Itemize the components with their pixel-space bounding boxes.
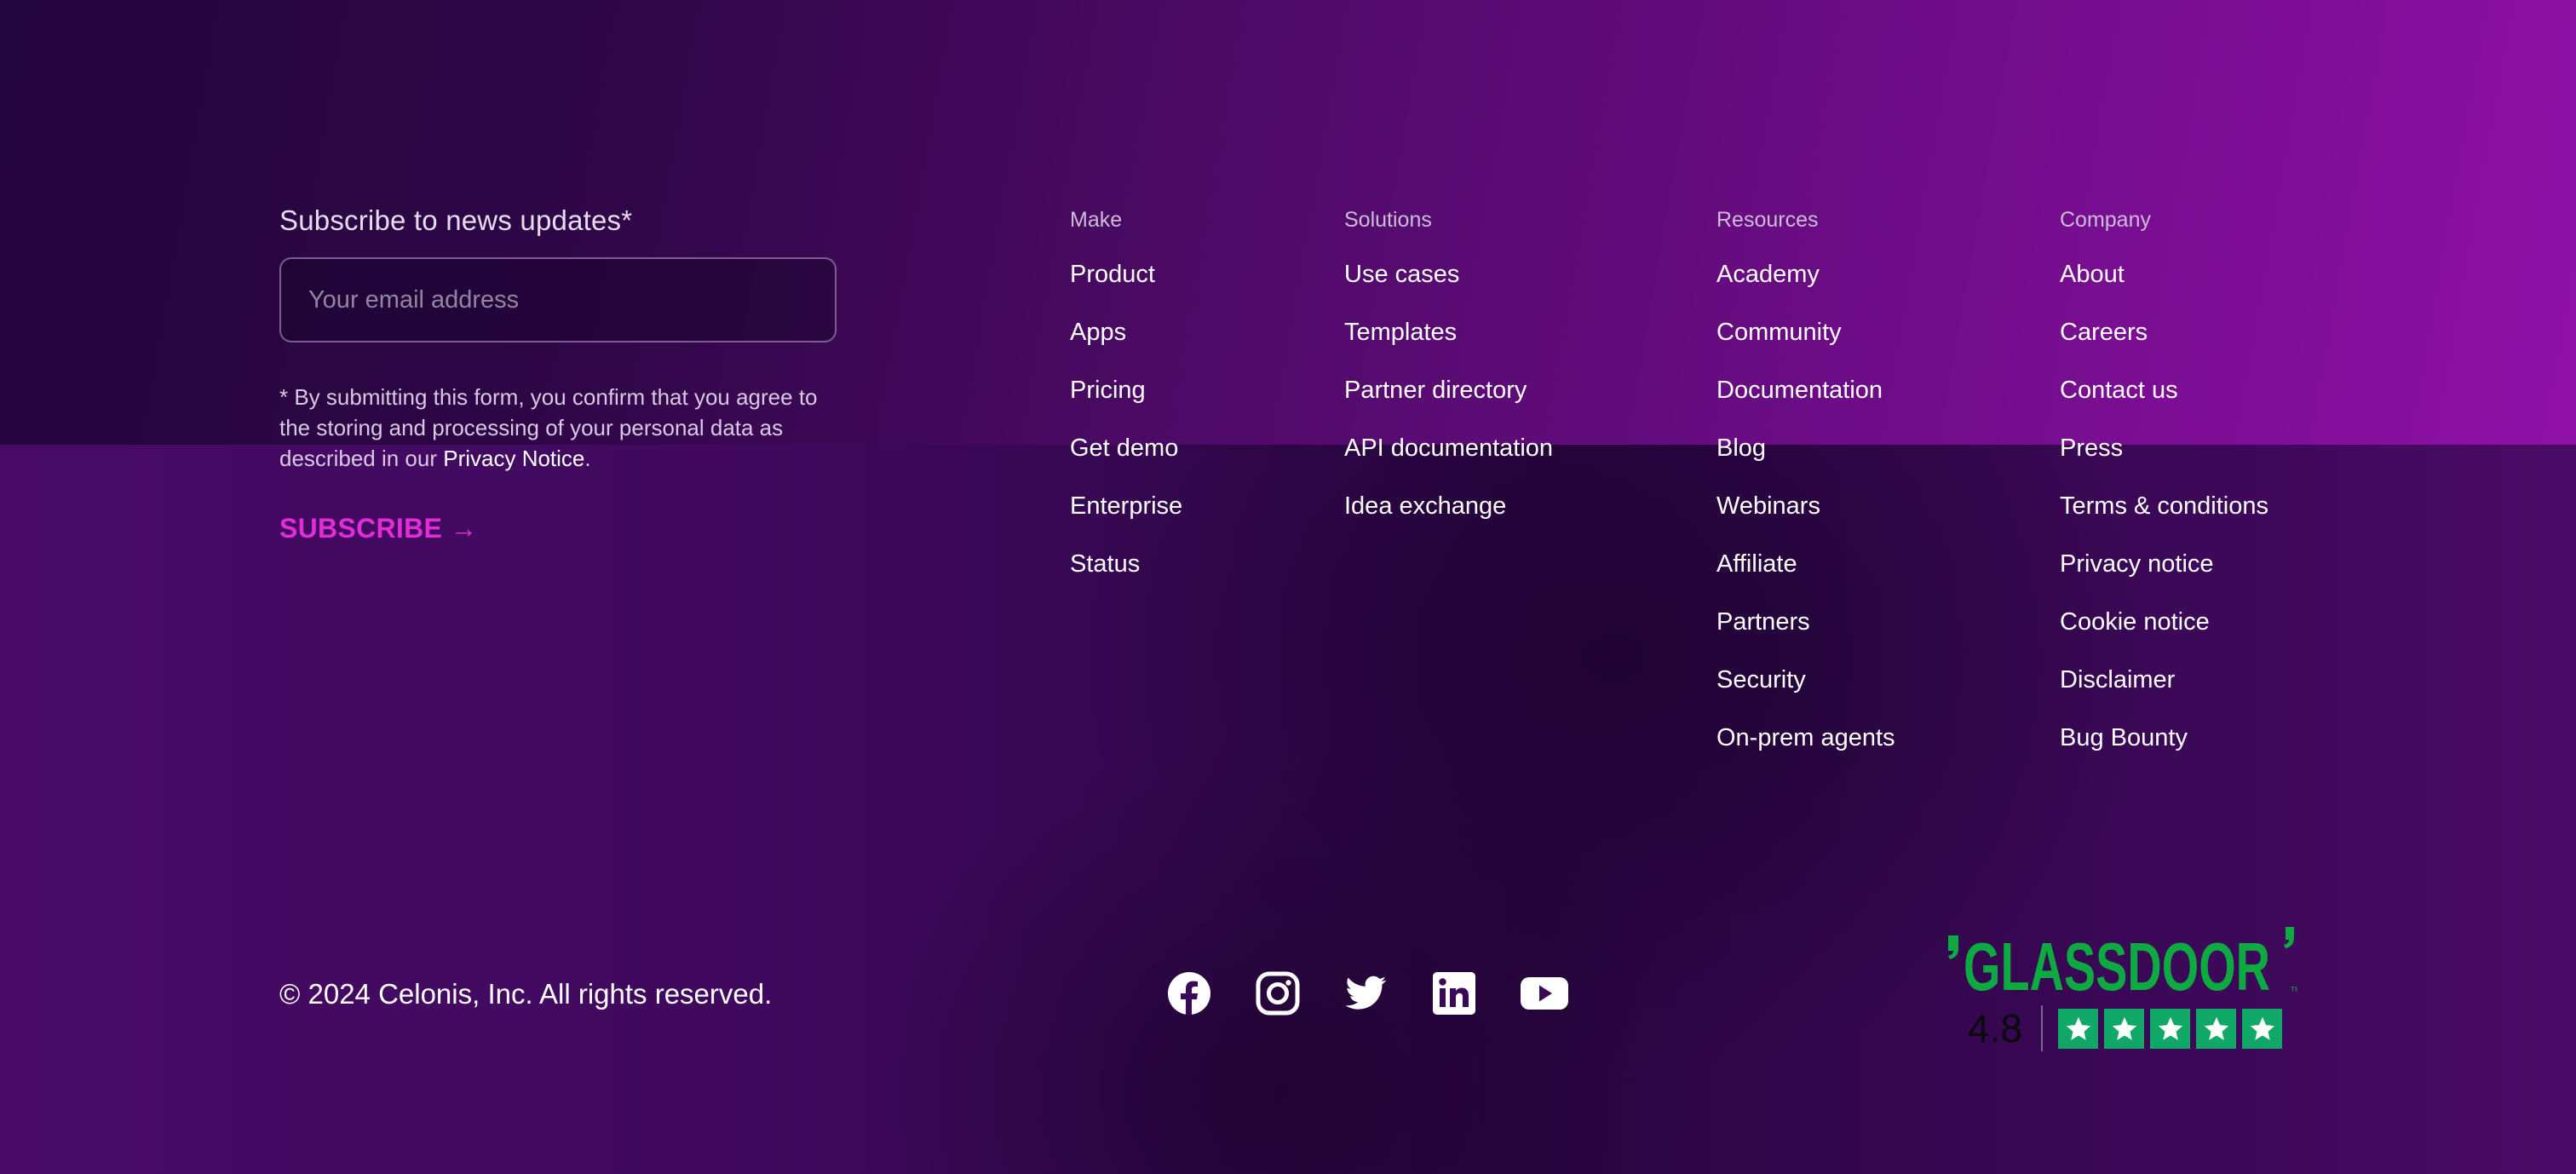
footer-link-company[interactable]: Contact us (2060, 377, 2268, 434)
disclaimer-end: . (584, 446, 591, 471)
footer-link-solutions[interactable]: Idea exchange (1344, 492, 1553, 550)
footer-link-make[interactable]: Get demo (1070, 434, 1182, 492)
footer-link-resources[interactable]: Academy (1716, 261, 1895, 319)
footer-link-company[interactable]: About (2060, 261, 2268, 319)
column-heading: Company (2060, 208, 2151, 232)
footer-link-resources[interactable]: Partners (1716, 608, 1895, 666)
footer-column-resources: Resources Academy Community Documentation B… (1716, 208, 1895, 782)
email-field[interactable] (279, 257, 837, 342)
footer-column-solutions: Solutions Use cases Templates Partner dire… (1344, 208, 1553, 550)
star-icon (2058, 1009, 2098, 1049)
instagram-icon[interactable] (1256, 971, 1300, 1016)
footer-link-solutions[interactable]: Use cases (1344, 261, 1553, 319)
footer-link-resources[interactable]: Webinars (1716, 492, 1895, 550)
footer-column-make: Make Product Apps Pricing Get demo Enterpris… (1070, 208, 1182, 608)
column-heading: Resources (1716, 208, 1819, 232)
newsletter-form: Subscribe to news updates* * By submitti… (279, 204, 837, 544)
footer-column-company: Company About Careers Contact us Press Terms… (2060, 208, 2268, 782)
copyright-text: © 2024 Celonis, Inc. All rights reserved… (279, 978, 773, 1010)
footer-link-make[interactable]: Pricing (1070, 377, 1182, 434)
consent-disclaimer: * By submitting this form, you confirm t… (279, 382, 837, 474)
footer-link-resources[interactable]: Affiliate (1716, 550, 1895, 608)
footer-link-company[interactable]: Privacy notice (2060, 550, 2268, 608)
footer-link-resources[interactable]: Documentation (1716, 377, 1895, 434)
facebook-icon[interactable] (1167, 971, 1211, 1016)
footer-link-company[interactable]: Press (2060, 434, 2268, 492)
footer-link-solutions[interactable]: Partner directory (1344, 377, 1553, 434)
footer-link-solutions[interactable]: Templates (1344, 319, 1553, 377)
footer-link-resources[interactable]: Blog (1716, 434, 1895, 492)
column-heading: Solutions (1344, 208, 1432, 232)
footer-link-solutions[interactable]: API documentation (1344, 434, 1553, 492)
footer-link-make[interactable]: Status (1070, 550, 1182, 608)
column-heading: Make (1070, 208, 1123, 232)
footer-link-company[interactable]: Bug Bounty (2060, 724, 2268, 782)
glassdoor-logo[interactable]: GLASSDOOR TM (1946, 925, 2301, 1004)
footer-link-resources[interactable]: Community (1716, 319, 1895, 377)
newsletter-title: Subscribe to news updates* (279, 204, 633, 236)
glassdoor-rating: 4.8 (1968, 1006, 2022, 1050)
footer-link-make[interactable]: Enterprise (1070, 492, 1182, 550)
rating-stars (2058, 1009, 2282, 1049)
footer-link-company[interactable]: Disclaimer (2060, 666, 2268, 724)
star-icon (2196, 1009, 2236, 1049)
footer-link-company[interactable]: Cookie notice (2060, 608, 2268, 666)
footer-link-resources[interactable]: Security (1716, 666, 1895, 724)
footer-link-make[interactable]: Product (1070, 261, 1182, 319)
footer-link-make[interactable]: Apps (1070, 319, 1182, 377)
twitter-icon[interactable] (1343, 971, 1388, 1016)
privacy-notice-link[interactable]: Privacy Notice (443, 446, 584, 471)
footer-link-resources[interactable]: On-prem agents (1716, 724, 1895, 782)
star-icon (2242, 1009, 2282, 1049)
rating-divider (2041, 1005, 2043, 1051)
footer-link-company[interactable]: Terms & conditions (2060, 492, 2268, 550)
svg-text:GLASSDOOR: GLASSDOOR (1964, 929, 2270, 993)
youtube-icon[interactable] (1520, 971, 1568, 1016)
footer-link-company[interactable]: Careers (2060, 319, 2268, 377)
linkedin-icon[interactable] (1432, 971, 1476, 1016)
star-icon (2104, 1009, 2144, 1049)
svg-text:TM: TM (2291, 986, 2297, 993)
subscribe-button[interactable]: SUBSCRIBE → (279, 513, 478, 544)
star-icon (2150, 1009, 2190, 1049)
